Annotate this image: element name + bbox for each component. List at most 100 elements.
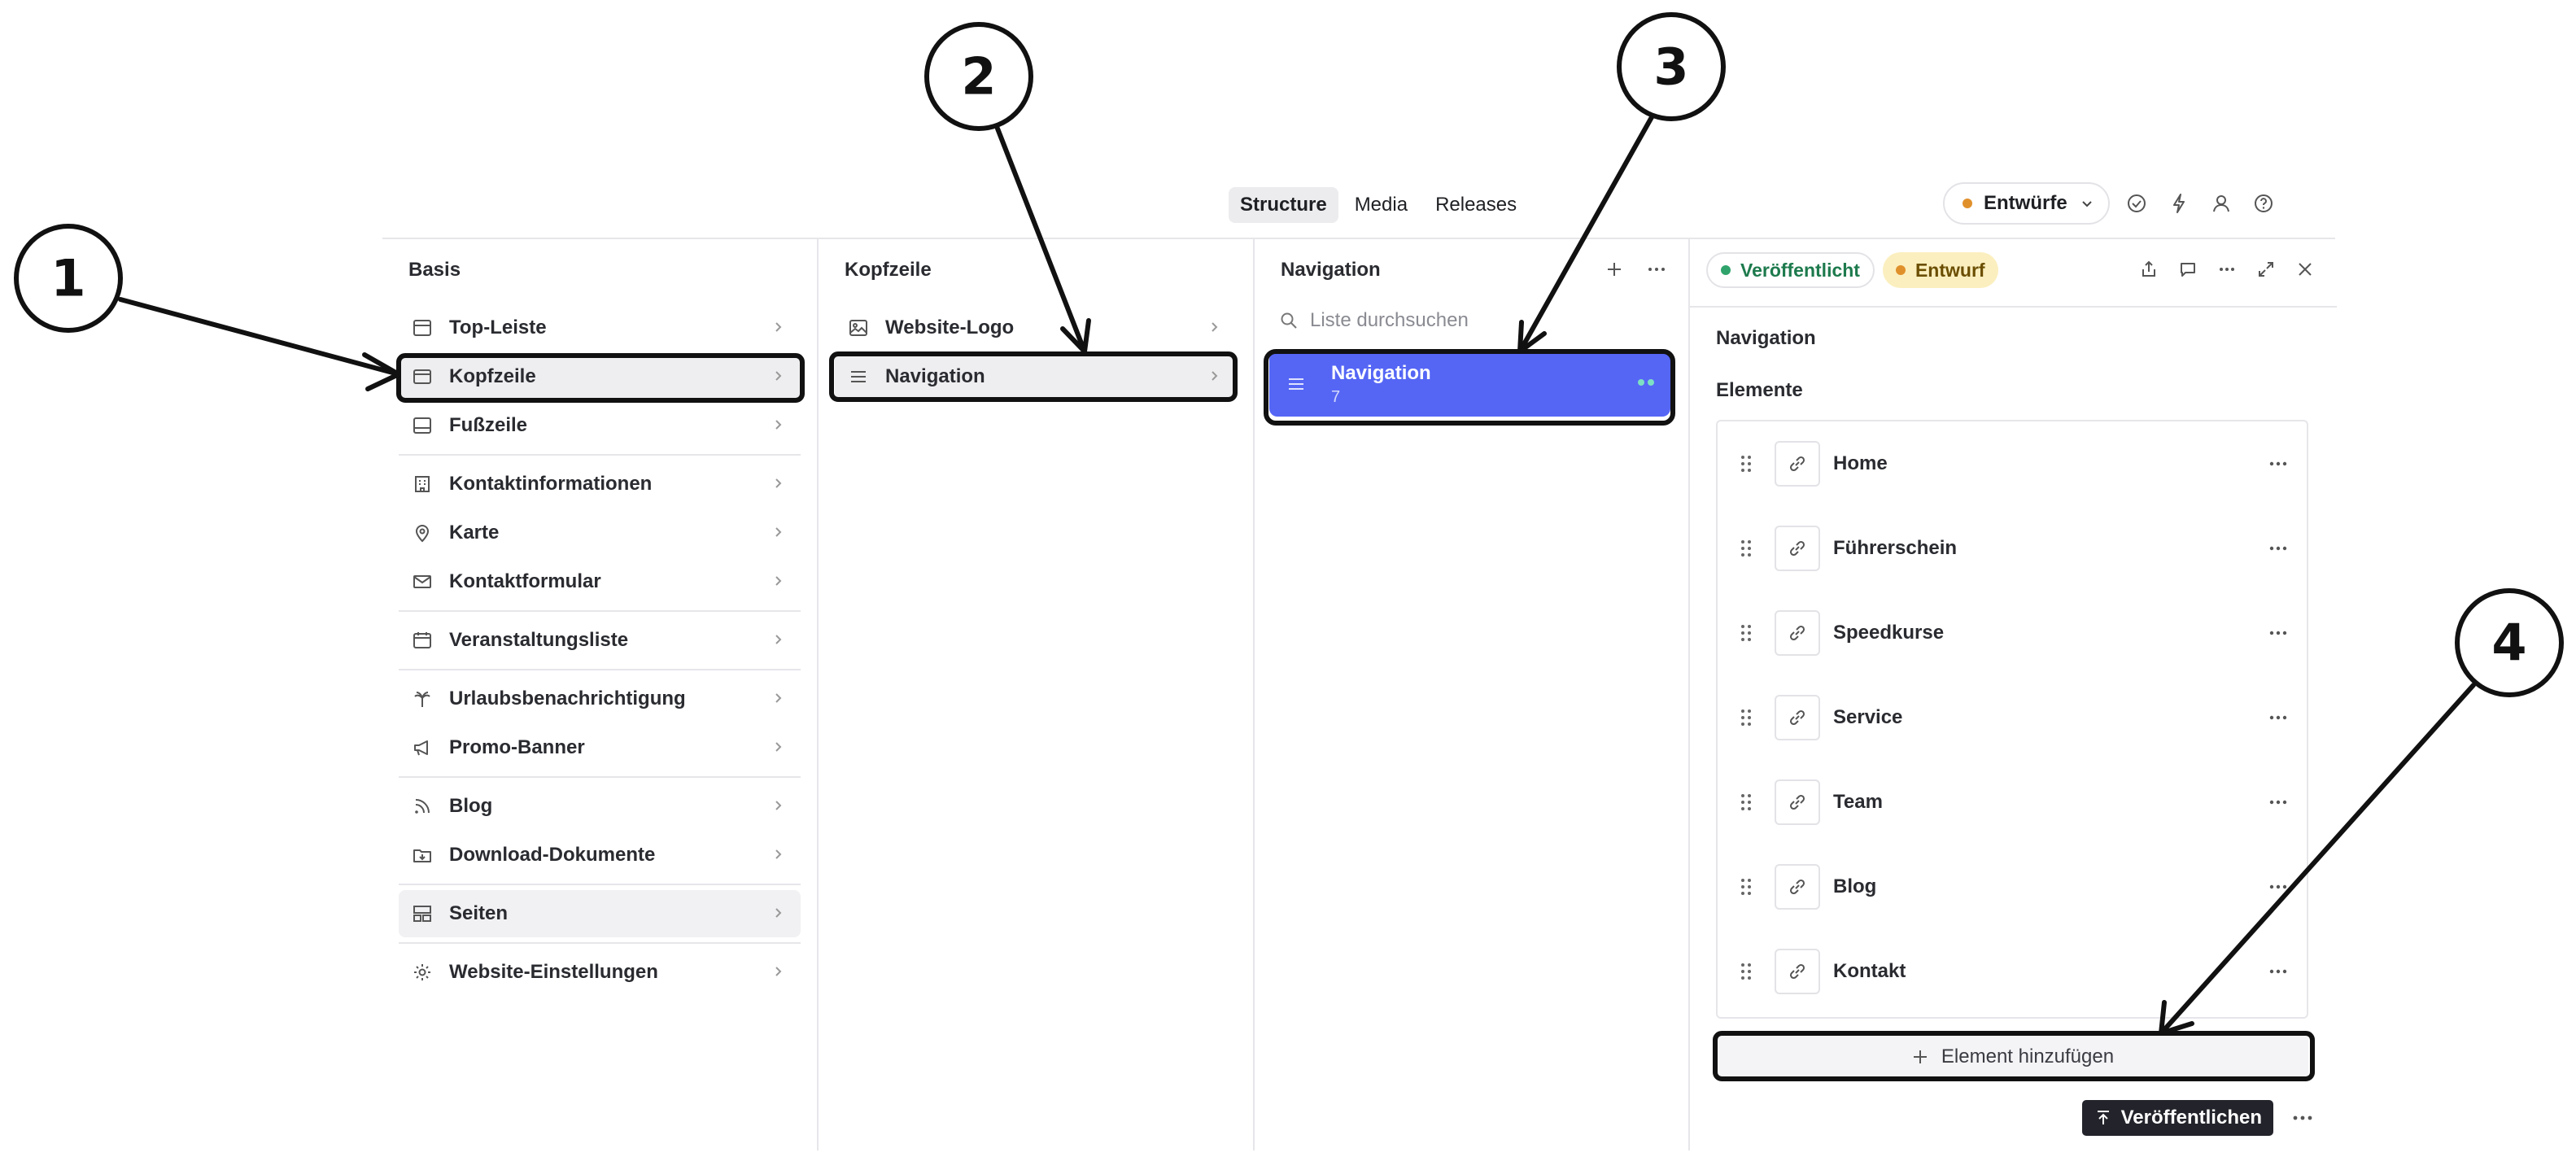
callout-1: 1 [50,249,85,308]
array-item[interactable]: Speedkurse [1718,591,2307,675]
more-icon[interactable] [2266,960,2290,983]
document-actions [2135,255,2319,283]
chevron-right-icon [775,527,782,537]
image-icon [846,316,871,340]
bolt-icon[interactable] [2163,188,2194,219]
document-subtitle: 7 [1331,387,1341,406]
user-icon[interactable] [2206,188,2237,219]
search-input[interactable]: Liste durchsuchen [1279,309,1469,332]
drag-handle-icon[interactable] [1734,705,1758,730]
array-item[interactable]: Kontakt [1718,929,2307,1014]
rss-icon [410,794,434,819]
pane-document-editor: Veröffentlicht Entwurf Navigation Elemen… [1690,239,2337,1150]
tab-structure[interactable]: Structure [1229,187,1338,223]
share-icon[interactable] [2135,255,2163,283]
chevron-right-icon [775,371,782,381]
item-label: Promo-Banner [449,736,585,758]
list-item-download-dokumente[interactable]: Download-Dokumente [399,832,801,879]
close-icon[interactable] [2291,255,2319,283]
add-element-button[interactable]: Element hinzufügen [1716,1035,2308,1079]
more-icon[interactable] [2213,255,2241,283]
link-icon [1775,864,1820,910]
drag-handle-icon[interactable] [1734,959,1758,984]
list-item-website-logo[interactable]: Website-Logo [835,304,1237,351]
editor-header-divider [1690,306,2337,308]
kopfzeile-list: Website-Logo Navigation [835,303,1237,402]
comment-icon[interactable] [2174,255,2202,283]
list-item-veranstaltungsliste[interactable]: Veranstaltungsliste [399,617,801,664]
chevron-right-icon [775,742,782,752]
more-icon[interactable] [2288,1105,2317,1131]
pin-icon [410,521,434,545]
expand-icon[interactable] [2252,255,2280,283]
list-item-fusszeile[interactable]: Fußzeile [399,402,801,449]
array-item[interactable]: Führerschein [1718,506,2307,591]
draft-badge[interactable]: Entwurf [1882,252,1998,288]
drag-handle-icon[interactable] [1734,536,1758,561]
tab-media[interactable]: Media [1343,187,1419,223]
more-icon[interactable] [2266,706,2290,729]
check-circle-icon[interactable] [2121,188,2152,219]
help-icon[interactable] [2248,188,2279,219]
more-icon[interactable] [2266,791,2290,814]
search-placeholder: Liste durchsuchen [1310,309,1469,331]
drag-handle-icon[interactable] [1734,621,1758,645]
list-item-urlaubsbenachrichtigung[interactable]: Urlaubsbenachrichtigung [399,675,801,723]
link-icon [1775,949,1820,994]
window-icon [410,365,434,389]
divider [399,669,801,670]
pane-title: Kopfzeile [845,259,932,281]
drag-handle-icon[interactable] [1734,875,1758,899]
document-text: Navigation 7 [1331,362,1431,407]
link-icon [1775,441,1820,487]
list-item-kopfzeile[interactable]: Kopfzeile [399,353,801,400]
published-dot [1721,265,1731,275]
more-icon[interactable] [2266,452,2290,475]
plus-icon[interactable] [1600,255,1628,283]
item-label: Download-Dokumente [449,844,656,866]
list-item-website-einstellungen[interactable]: Website-Einstellungen [399,949,801,996]
more-icon[interactable] [2266,622,2290,644]
list-item-kontaktformular[interactable]: Kontaktformular [399,558,801,605]
list-item-seiten[interactable]: Seiten [399,890,801,937]
chevron-right-icon [775,849,782,859]
plus-icon [1913,1050,1927,1063]
array-item[interactable]: Team [1718,760,2307,845]
item-label: Kontaktinformationen [449,473,653,495]
drag-handle-icon[interactable] [1734,452,1758,476]
list-item-kontaktinformationen[interactable]: Kontaktinformationen [399,461,801,508]
callout-3: 3 [1653,37,1688,97]
array-item-label: Kontakt [1833,960,1906,982]
array-item[interactable]: Home [1718,421,2307,506]
list-item-navigation[interactable]: Navigation [835,353,1237,400]
array-item[interactable]: Service [1718,675,2307,760]
divider [399,454,801,456]
status-dots-icon [1638,379,1654,386]
chevron-right-icon [775,478,782,488]
publish-button[interactable]: Veröffentlichen [2081,1100,2273,1136]
list-item-promo-banner[interactable]: Promo-Banner [399,724,801,771]
pane-basis: Basis Top-Leiste Kopfzeile Fußzeile Kont… [382,239,819,1150]
published-badge[interactable]: Veröffentlicht [1706,252,1875,288]
list-item-blog[interactable]: Blog [399,783,801,830]
array-item-label: Blog [1833,875,1877,897]
main-tabs: Structure Media Releases [1229,187,1528,223]
more-icon[interactable] [2266,537,2290,560]
callout-2: 2 [961,47,996,107]
tab-releases[interactable]: Releases [1424,187,1528,223]
more-icon[interactable] [2266,875,2290,898]
perspective-select[interactable]: Entwürfe [1943,182,2110,225]
chevron-right-icon [775,576,782,586]
array-item-label: Service [1833,706,1903,728]
list-item-top-leiste[interactable]: Top-Leiste [399,304,801,351]
perspective-label: Entwürfe [1984,192,2067,214]
document-item-navigation[interactable]: Navigation 7 [1269,351,1670,417]
array-item[interactable]: Blog [1718,845,2307,929]
drag-handle-icon[interactable] [1734,790,1758,814]
more-icon[interactable] [1643,255,1670,283]
item-label: Karte [449,522,500,544]
list-item-karte[interactable]: Karte [399,509,801,557]
search-icon [1281,312,1297,329]
elements-array: Home Führerschein Speedkurse Service Team Blo… [1716,420,2308,1019]
divider [399,884,801,885]
